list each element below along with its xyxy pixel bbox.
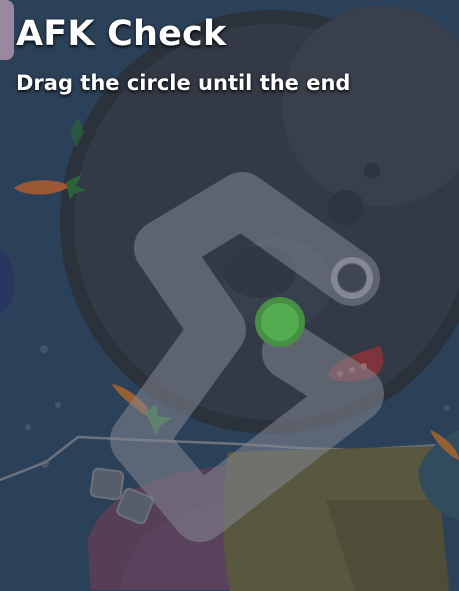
left-edge-shape: [0, 0, 14, 60]
grey-block-1: [89, 467, 125, 501]
ring-target-icon: [331, 257, 373, 299]
afk-check-instruction: Drag the circle until the end: [16, 71, 351, 95]
game-stage: AFK Check Drag the circle until the end: [0, 0, 459, 591]
drag-circle-icon[interactable]: [255, 297, 305, 347]
afk-check-title: AFK Check: [16, 14, 227, 54]
